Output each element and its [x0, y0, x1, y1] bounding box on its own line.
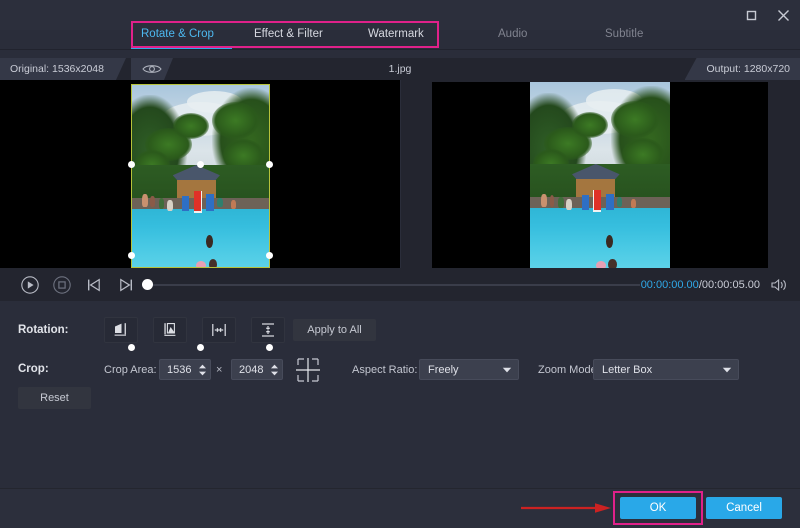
crop-height-arrows[interactable] [266, 360, 282, 379]
rotate-right-button[interactable] [153, 317, 187, 343]
flip-horizontal-icon [210, 321, 228, 339]
rotate-left-icon [112, 321, 130, 339]
previous-frame-icon[interactable] [82, 273, 106, 297]
tab-audio[interactable]: Audio [498, 26, 527, 42]
crop-label: Crop: [18, 363, 49, 375]
crop-handle-middle-right[interactable] [266, 252, 273, 259]
preview-area [0, 80, 800, 268]
ok-button[interactable]: OK [620, 497, 696, 519]
original-preview-pane[interactable] [0, 80, 400, 268]
flip-horizontal-button[interactable] [202, 317, 236, 343]
crop-width-arrows[interactable] [194, 360, 210, 379]
video-editor-dialog: Rotate & Crop Effect & Filter Watermark … [0, 0, 800, 528]
aspect-ratio-value: Freely [420, 364, 496, 376]
original-size-label: Original: 1536x2048 [0, 58, 126, 80]
zoom-mode-label: Zoom Mode: [538, 364, 600, 376]
time-display: 00:00:00.00 / 00:00:05.00 [641, 268, 760, 301]
header-separator [0, 49, 800, 50]
crop-handle-top-right[interactable] [266, 161, 273, 168]
output-preview-pane[interactable] [400, 80, 800, 268]
cancel-button[interactable]: Cancel [706, 497, 782, 519]
chevron-down-icon [496, 367, 518, 373]
chevron-down-icon [716, 367, 738, 373]
duration-label: 00:00:05.00 [702, 279, 760, 291]
tab-subtitle[interactable]: Subtitle [605, 26, 643, 42]
flip-vertical-button[interactable] [251, 317, 285, 343]
tab-effect-filter[interactable]: Effect & Filter [254, 26, 323, 42]
info-strip: 1.jpg Original: 1536x2048 Output: 1280x7… [0, 58, 800, 80]
output-size-label: Output: 1280x720 [685, 58, 800, 80]
aspect-ratio-select[interactable]: Freely [419, 359, 519, 380]
current-time-label: 00:00:00.00 [641, 279, 699, 291]
controls-panel: Rotation: [0, 301, 800, 488]
crop-handle-bottom-right[interactable] [266, 344, 273, 351]
tab-bar: Rotate & Crop Effect & Filter Watermark … [0, 22, 800, 50]
play-circle-icon[interactable] [18, 273, 42, 297]
crop-height-value[interactable]: 2048 [232, 364, 266, 376]
rotate-right-icon [161, 321, 179, 339]
aspect-ratio-label: Aspect Ratio: [352, 364, 417, 376]
crop-dimension-separator: × [216, 364, 222, 376]
tab-rotate-crop[interactable]: Rotate & Crop [141, 26, 214, 42]
crop-handle-middle-left[interactable] [128, 252, 135, 259]
footer-separator [0, 488, 800, 489]
stop-circle-icon[interactable] [50, 273, 74, 297]
rotation-label: Rotation: [18, 324, 68, 336]
crop-height-stepper[interactable]: 2048 [231, 359, 283, 380]
timeline-scrubber-track[interactable] [142, 284, 640, 286]
transport-bar: 00:00:00.00 / 00:00:05.00 [0, 268, 800, 301]
flip-vertical-icon [259, 321, 277, 339]
crop-handle-top-left[interactable] [128, 161, 135, 168]
crop-handle-top-center[interactable] [197, 161, 204, 168]
rotate-left-button[interactable] [104, 317, 138, 343]
crop-handle-bottom-center[interactable] [197, 344, 204, 351]
reset-button[interactable]: Reset [18, 387, 91, 409]
crop-width-value[interactable]: 1536 [160, 364, 194, 376]
crop-width-stepper[interactable]: 1536 [159, 359, 211, 380]
output-image [530, 82, 670, 268]
apply-to-all-button[interactable]: Apply to All [293, 319, 376, 341]
preview-divider [400, 80, 401, 268]
next-frame-icon[interactable] [114, 273, 138, 297]
crop-selection-frame[interactable] [131, 84, 270, 268]
volume-icon[interactable] [770, 268, 788, 301]
timeline-scrubber-handle[interactable] [142, 279, 153, 290]
crop-handle-bottom-left[interactable] [128, 344, 135, 351]
tab-watermark[interactable]: Watermark [368, 26, 424, 42]
crop-crosshair-icon[interactable] [293, 357, 323, 383]
crop-area-label: Crop Area: [104, 364, 157, 376]
zoom-mode-value: Letter Box [594, 364, 716, 376]
zoom-mode-select[interactable]: Letter Box [593, 359, 739, 380]
